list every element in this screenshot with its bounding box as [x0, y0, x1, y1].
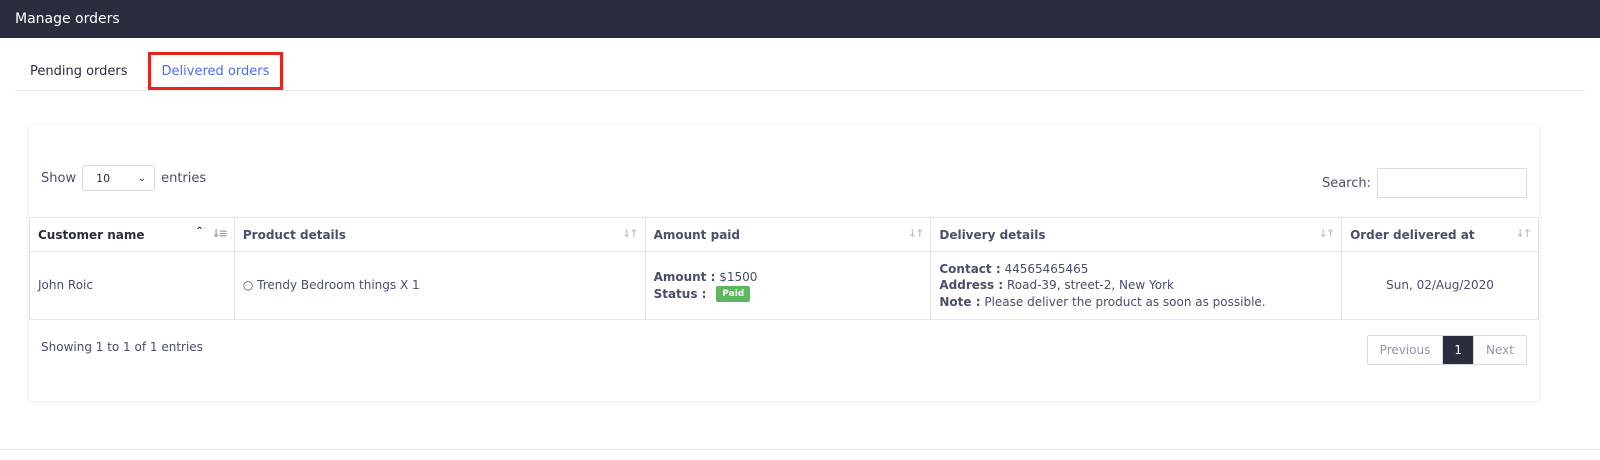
amount-line: Amount : $1500	[654, 269, 923, 286]
page-title: Manage orders	[15, 11, 120, 27]
status-badge: Paid	[716, 286, 751, 302]
entries-label: entries	[161, 170, 207, 186]
sort-icon: ↓↑	[907, 227, 925, 240]
page-size-value: 10	[96, 171, 111, 185]
amount-value: $1500	[719, 270, 758, 284]
sort-icon: ↓↑	[1318, 227, 1336, 240]
chevron-down-icon: ⌄	[137, 172, 147, 184]
note-value: Please deliver the product as soon as po…	[984, 294, 1266, 309]
column-header-product-details[interactable]: Product details ↓↑	[233, 217, 646, 252]
address-value: Road-39, street-2, New York	[1006, 278, 1174, 293]
column-header-order-delivered-at[interactable]: Order delivered at ↓↑	[1341, 217, 1539, 252]
top-bar: Manage orders	[0, 0, 1600, 38]
column-header-amount-paid[interactable]: Amount paid ↓↑	[644, 217, 932, 252]
orders-table: Customer name ⌃ ↓≡ Product details ↓↑ Am…	[29, 217, 1539, 320]
contact-line: Contact : 44565465465	[939, 261, 1333, 278]
table-row: John Roic ○ Trendy Bedroom things X 1 Am…	[29, 251, 1539, 320]
show-label: Show	[41, 170, 77, 186]
page-1-button[interactable]: 1	[1443, 336, 1474, 364]
orders-card: Show 10 ⌄ entries Search: Customer name …	[29, 125, 1539, 401]
note-line: Note : Please deliver the product as soo…	[939, 294, 1333, 311]
table-info: Showing 1 to 1 of 1 entries	[41, 340, 203, 354]
tab-delivered-orders[interactable]: Delivered orders	[147, 52, 284, 90]
note-label: Note :	[939, 294, 981, 309]
contact-label: Contact :	[939, 261, 1001, 276]
cell-delivery-details: Contact : 44565465465 Address : Road-39,…	[930, 251, 1343, 320]
cell-customer-name: John Roic	[29, 251, 235, 320]
address-line: Address : Road-39, street-2, New York	[939, 277, 1333, 294]
column-header-label: Order delivered at	[1350, 227, 1475, 242]
cell-amount-paid: Amount : $1500 Status : Paid	[644, 251, 932, 320]
column-header-label: Product details	[242, 227, 346, 242]
page-size-select[interactable]: 10 ⌄	[82, 165, 156, 191]
column-header-delivery-details[interactable]: Delivery details ↓↑	[930, 217, 1343, 252]
pagination: Previous 1 Next	[1366, 335, 1527, 365]
previous-page-button[interactable]: Previous	[1368, 336, 1444, 364]
address-label: Address :	[939, 278, 1004, 293]
cell-product-details: ○ Trendy Bedroom things X 1	[233, 251, 646, 320]
column-header-label: Delivery details	[939, 227, 1046, 242]
sort-icon: ↓↑	[622, 227, 639, 240]
sort-icon: ↓≡	[211, 227, 228, 240]
search-label: Search:	[1321, 175, 1371, 191]
sort-icon: ↓↑	[1515, 227, 1533, 240]
column-header-label: Customer name	[38, 227, 145, 242]
search-input[interactable]	[1377, 168, 1527, 198]
status-line: Status : Paid	[653, 286, 923, 302]
amount-label: Amount :	[653, 270, 716, 284]
cell-order-delivered-at: Sun, 02/Aug/2020	[1341, 251, 1539, 320]
order-tabs: Pending orders Delivered orders	[15, 52, 1585, 91]
divider	[0, 449, 1600, 450]
show-entries-control: Show 10 ⌄ entries	[41, 165, 206, 191]
column-header-label: Amount paid	[653, 227, 740, 242]
tab-pending-orders[interactable]: Pending orders	[15, 52, 143, 90]
next-page-button[interactable]: Next	[1473, 336, 1526, 364]
sort-ascending-icon: ⌃	[195, 226, 204, 237]
status-label: Status :	[653, 286, 707, 301]
contact-value: 44565465465	[1004, 261, 1089, 276]
table-header-row: Customer name ⌃ ↓≡ Product details ↓↑ Am…	[29, 217, 1539, 252]
search-control: Search:	[1322, 168, 1527, 198]
column-header-customer-name[interactable]: Customer name ⌃ ↓≡	[29, 217, 235, 252]
